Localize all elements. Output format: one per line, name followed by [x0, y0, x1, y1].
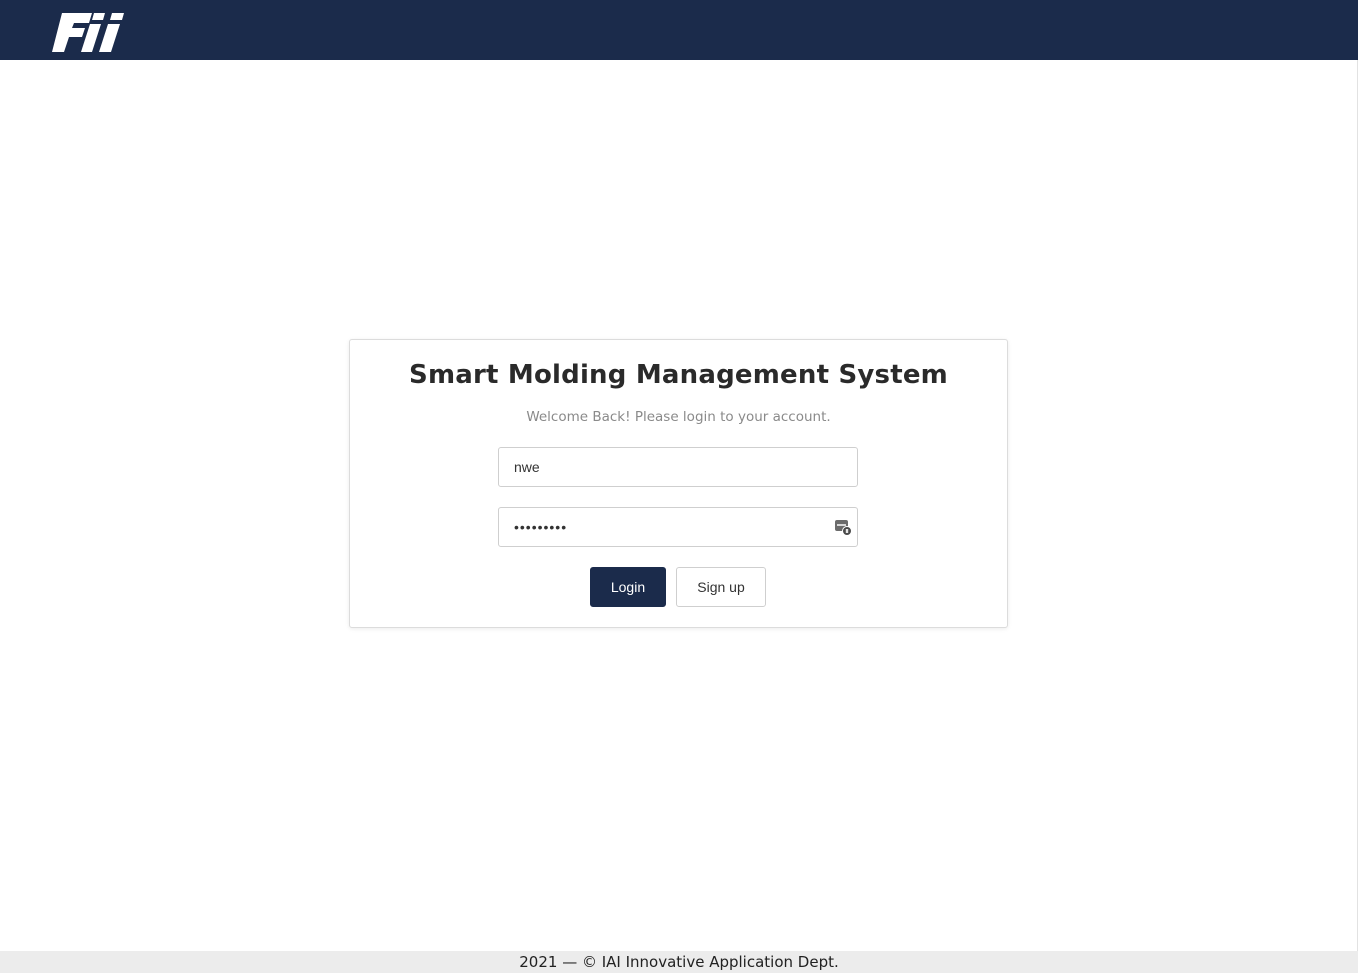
login-card: Smart Molding Management System Welcome … [349, 339, 1008, 628]
footer-copyright: 2021 — © IAI Innovative Application Dept… [519, 953, 839, 971]
username-input[interactable] [498, 447, 858, 487]
password-manager-key-icon[interactable] [834, 518, 852, 536]
login-button[interactable]: Login [590, 567, 666, 607]
footer: 2021 — © IAI Innovative Application Dept… [0, 951, 1358, 973]
signup-button[interactable]: Sign up [676, 567, 766, 607]
fii-logo-icon [52, 13, 124, 52]
login-page: Smart Molding Management System Welcome … [0, 0, 1358, 973]
password-input[interactable] [498, 507, 858, 547]
login-title: Smart Molding Management System [409, 360, 948, 390]
login-subtitle: Welcome Back! Please login to your accou… [526, 409, 831, 425]
top-navbar [0, 0, 1358, 60]
fii-logo[interactable] [52, 10, 126, 54]
